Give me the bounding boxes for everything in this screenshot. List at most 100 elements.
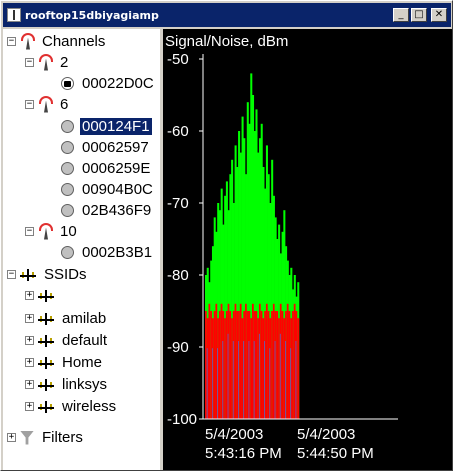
expand-icon[interactable]: + bbox=[25, 291, 34, 300]
tree-label: 0006259E bbox=[82, 160, 151, 177]
noise-bar bbox=[297, 318, 300, 419]
noise-bar-gap bbox=[238, 341, 239, 419]
noise-bar bbox=[241, 318, 244, 419]
tree-label: linksys bbox=[62, 376, 108, 393]
tree-label-selected: 000124F1 bbox=[79, 117, 153, 136]
collapse-icon[interactable]: − bbox=[25, 100, 34, 109]
tree-node-ap[interactable]: 0006259E bbox=[61, 158, 152, 179]
tree-node-ap[interactable]: 00062597 bbox=[61, 137, 151, 158]
tree-node-ssid[interactable]: + wireless bbox=[25, 396, 118, 417]
noise-bar bbox=[218, 311, 221, 419]
minimize-button[interactable]: _ bbox=[393, 8, 409, 22]
app-window: rooftop15dbiyagiamp _ □ ✕ − Channels − 2… bbox=[0, 0, 453, 471]
title-bar[interactable]: rooftop15dbiyagiamp _ □ ✕ bbox=[3, 3, 451, 27]
noise-bar-gap bbox=[232, 341, 234, 419]
tree-node-channel[interactable]: − 6 bbox=[25, 94, 70, 115]
noise-bar bbox=[215, 303, 218, 419]
noise-bar bbox=[293, 303, 296, 419]
noise-bar bbox=[208, 303, 211, 419]
noise-bar-gap bbox=[290, 348, 292, 419]
noise-bar bbox=[271, 311, 274, 419]
app-icon[interactable] bbox=[7, 8, 21, 22]
status-dot-icon bbox=[61, 183, 74, 196]
close-button[interactable]: ✕ bbox=[431, 8, 447, 22]
collapse-icon[interactable]: − bbox=[25, 58, 34, 67]
noise-bar-gap bbox=[279, 333, 281, 419]
expand-icon[interactable]: + bbox=[25, 402, 34, 411]
collapse-icon[interactable]: − bbox=[25, 227, 34, 236]
expand-icon[interactable]: + bbox=[25, 314, 34, 323]
y-tick-label: -70 bbox=[167, 195, 189, 212]
tree-node-ap[interactable]: 00022D0C bbox=[61, 73, 156, 94]
antenna-icon bbox=[38, 53, 54, 72]
noise-bar-gap bbox=[253, 341, 255, 419]
ssid-icon bbox=[20, 268, 36, 282]
tree-node-ssid[interactable]: + amilab bbox=[25, 308, 108, 329]
status-dot-icon bbox=[61, 162, 74, 175]
expand-icon[interactable]: + bbox=[7, 433, 16, 442]
ssid-icon bbox=[38, 334, 54, 348]
noise-bar bbox=[288, 311, 291, 419]
tree-node-ap[interactable]: 00904B0C bbox=[61, 179, 155, 200]
expand-icon[interactable]: + bbox=[25, 380, 34, 389]
noise-bar-gap bbox=[217, 348, 218, 419]
noise-bar bbox=[210, 311, 213, 419]
tree-node-ssid[interactable]: + Home bbox=[25, 352, 104, 373]
y-axis-label: Signal/Noise, dBm bbox=[165, 33, 288, 50]
expand-icon[interactable]: + bbox=[25, 336, 34, 345]
noise-bar-gap bbox=[211, 348, 213, 419]
maximize-button[interactable]: □ bbox=[411, 8, 427, 22]
noise-bar-gap bbox=[285, 341, 286, 419]
tree-label: 00062597 bbox=[82, 139, 149, 156]
noise-bar bbox=[257, 318, 260, 419]
noise-bar-gap bbox=[222, 341, 224, 419]
noise-bar bbox=[283, 318, 286, 419]
noise-bar bbox=[262, 318, 265, 419]
tree-node-channel[interactable]: − 2 bbox=[25, 52, 70, 73]
tree-node-ssids[interactable]: − SSIDs bbox=[7, 264, 89, 285]
window-title: rooftop15dbiyagiamp bbox=[25, 8, 159, 22]
tree-node-ssid[interactable]: + default bbox=[25, 330, 109, 351]
ssid-icon bbox=[38, 312, 54, 326]
noise-bar bbox=[205, 311, 208, 419]
tree-label: Home bbox=[62, 354, 103, 371]
ssid-icon bbox=[38, 356, 54, 370]
signal-noise-chart: Signal/Noise, dBm -50 -60 -70 -80 -90 -100 5/… bbox=[163, 29, 452, 470]
y-tick-label: -50 bbox=[167, 51, 189, 68]
tree-label: Filters bbox=[42, 429, 83, 446]
tree-node-ap[interactable]: 02B436F9 bbox=[61, 200, 153, 221]
noise-bar bbox=[255, 311, 258, 419]
tree-label: 00022D0C bbox=[82, 75, 154, 92]
noise-bar bbox=[278, 318, 281, 419]
noise-bar bbox=[292, 311, 295, 419]
noise-bar bbox=[239, 303, 242, 419]
collapse-icon[interactable]: − bbox=[7, 37, 16, 46]
noise-bar bbox=[229, 311, 232, 419]
lock-icon bbox=[61, 77, 74, 90]
antenna-icon bbox=[20, 32, 36, 51]
x-tick-time: 5:44:50 PM bbox=[297, 445, 374, 462]
tree-label: 2 bbox=[60, 54, 69, 71]
noise-bar bbox=[246, 311, 249, 419]
tree-node-ap[interactable]: 0002B3B1 bbox=[61, 242, 154, 263]
noise-bar bbox=[236, 311, 239, 419]
expand-icon[interactable]: + bbox=[25, 358, 34, 367]
tree-node-filters[interactable]: + Filters bbox=[7, 427, 85, 448]
noise-bar bbox=[252, 303, 255, 419]
noise-bar-gap bbox=[248, 341, 250, 419]
tree-label: 10 bbox=[60, 223, 77, 240]
noise-bar bbox=[213, 311, 216, 419]
noise-bar bbox=[286, 303, 289, 419]
tree-node-channel[interactable]: − 10 bbox=[25, 221, 79, 242]
tree-label: default bbox=[62, 332, 108, 349]
tree-label: amilab bbox=[62, 310, 107, 327]
tree-node-ssid[interactable]: + bbox=[25, 285, 64, 306]
network-tree[interactable]: − Channels − 2 00022D0C − 6 000124F1 000… bbox=[3, 29, 160, 470]
collapse-icon[interactable]: − bbox=[7, 270, 16, 279]
tree-node-ap[interactable]: 000124F1 bbox=[61, 116, 153, 137]
ssid-icon bbox=[38, 289, 54, 303]
status-dot-icon bbox=[61, 204, 74, 217]
x-tick-time: 5:43:16 PM bbox=[205, 445, 282, 462]
tree-node-channels[interactable]: − Channels bbox=[7, 31, 107, 52]
tree-node-ssid[interactable]: + linksys bbox=[25, 374, 109, 395]
